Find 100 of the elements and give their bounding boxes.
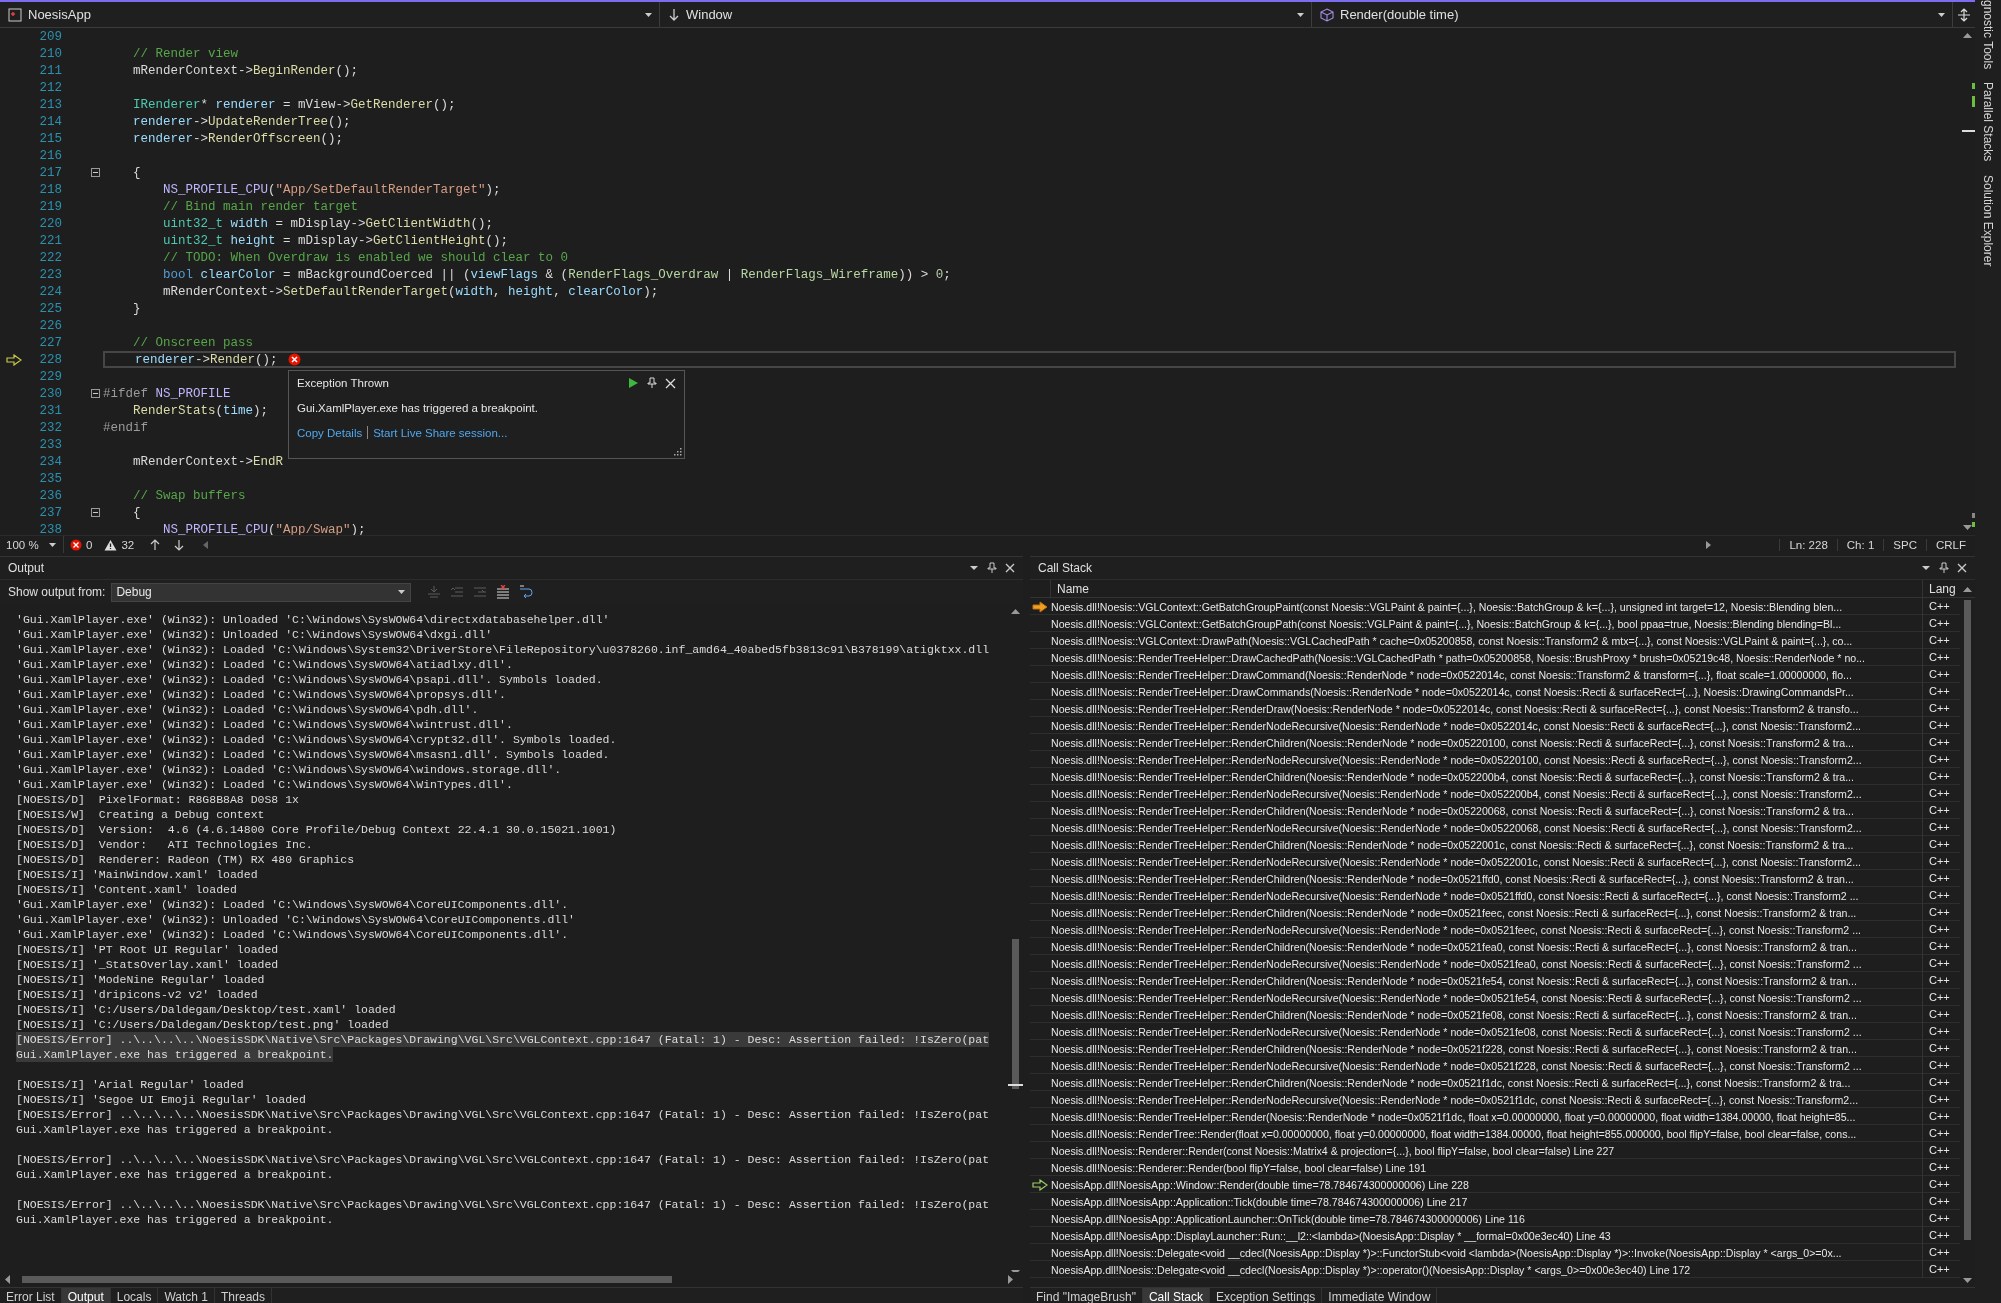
stack-frame-name[interactable]: Noesis.dll!Noesis::RenderTreeHelper::RenderNodeRecursive(Noesis::RenderNode * node=0x05220068, const Noesis::Recti & surfaceRect={...}, const Noesis::Transform2...: [1050, 821, 1862, 834]
line-number: 225: [38, 301, 63, 316]
stack-frame-name[interactable]: Noesis.dll!Noesis::RenderTreeHelper::DrawCachedPath(Noesis::VGLCachedPath * path=0x05200858, Noesis::BrushProxy * brush=0x05219c48, Noesis::RenderNode * no...: [1050, 651, 1865, 664]
stack-frame-name[interactable]: Noesis.dll!Noesis::RenderTreeHelper::RenderNodeRecursive(Noesis::RenderNode * node=0x05220100, const Noesis::Recti & surfaceRect={...}, const Noesis::Transform2...: [1050, 753, 1862, 766]
play-icon[interactable]: [628, 377, 639, 389]
stack-frame-name[interactable]: Noesis.dll!Noesis::VGLContext::GetBatchGroupPaint(const Noesis::VGLPaint & paint={...}, Noesis::BatchGroup & k={...}, unsigned int target=12, Noesis::Blending blen...: [1050, 600, 1843, 613]
line-number: 232: [38, 420, 63, 435]
whitespace-mode[interactable]: SPC: [1883, 538, 1926, 551]
line-number: 222: [38, 250, 63, 265]
line-number: 217: [38, 165, 63, 180]
stack-frame-name[interactable]: Noesis.dll!Noesis::RenderTreeHelper::RenderChildren(Noesis::RenderNode * node=0x0522001c, const Noesis::Recti & surfaceRect={...}, const Noesis::Transform2 & tra...: [1050, 838, 1854, 851]
panel-tab[interactable]: Exception Settings: [1209, 1288, 1323, 1303]
code-line: mRenderContext->BeginRender();: [132, 63, 359, 78]
tool-window-tab[interactable]: gnostic Tools: [1981, 0, 1995, 70]
stack-frame-name[interactable]: Noesis.dll!Noesis::RenderTreeHelper::RenderNodeRecursive(Noesis::RenderNode * node=0x0521ffd0, const Noesis::Recti & surfaceRect={...}, const Noesis::Transform2 ...: [1050, 889, 1859, 902]
stack-frame-name[interactable]: NoesisApp.dll!Noesis::Delegate<void __cdecl(NoesisApp::Display *)>::FunctorStub<void <lambda>(NoesisApp::Display *)>::Invoke(NoesisApp::Display * <args_0>=0x...: [1050, 1246, 1842, 1259]
scroll-up-icon[interactable]: [1960, 584, 1975, 594]
output-line: Gui.XamlPlayer.exe has triggered a breakpoint.: [16, 1122, 334, 1137]
pin-icon[interactable]: [987, 562, 997, 574]
word-wrap-icon[interactable]: [519, 585, 534, 599]
field-label: Show output from:: [8, 585, 106, 599]
stack-frame-name[interactable]: Noesis.dll!Noesis::RenderTreeHelper::RenderChildren(Noesis::RenderNode * node=0x0521feec, const Noesis::Recti & surfaceRect={...}, const Noesis::Transform2 & tran...: [1050, 906, 1857, 919]
panel-tab[interactable]: Locals: [110, 1288, 159, 1303]
stack-frame-name[interactable]: Noesis.dll!Noesis::RenderTreeHelper::RenderNodeRecursive(Noesis::RenderNode * node=0x0522014c, const Noesis::Recti & surfaceRect={...}, const Noesis::Transform2...: [1050, 719, 1862, 732]
stack-frame-name[interactable]: Noesis.dll!Noesis::RenderTreeHelper::RenderChildren(Noesis::RenderNode * node=0x0521fe54, const Noesis::Recti & surfaceRect={...}, const Noesis::Transform2 & tran...: [1050, 974, 1857, 987]
panel-tab[interactable]: Find "ImageBrush": [1030, 1288, 1143, 1303]
stack-frame-name[interactable]: NoesisApp.dll!NoesisApp::Application::Tick(double time=78.784674300000006) Line 217: [1050, 1195, 1468, 1208]
stack-frame-name[interactable]: Noesis.dll!Noesis::RenderTreeHelper::RenderNodeRecursive(Noesis::RenderNode * node=0x0522001c, const Noesis::Recti & surfaceRect={...}, const Noesis::Transform2...: [1050, 855, 1862, 868]
caret-icon[interactable]: [969, 563, 979, 573]
warnings-button[interactable]: 32: [98, 536, 141, 553]
scrollbar[interactable]: [202, 538, 1713, 551]
stack-frame-name[interactable]: Noesis.dll!Noesis::RenderTreeHelper::DrawCommands(Noesis::RenderNode * node=0x0522014c, const Noesis::Recti & surfaceRect={...}, Noesis::DrawingCommandsPr...: [1050, 685, 1854, 698]
stack-frame-name[interactable]: Noesis.dll!Noesis::RenderTreeHelper::RenderNodeRecursive(Noesis::RenderNode * node=0x052200b4, const Noesis::Recti & surfaceRect={...}, const Noesis::Transform2...: [1050, 787, 1862, 800]
live-share-link[interactable]: Start Live Share session...: [373, 426, 508, 439]
stack-frame-name[interactable]: NoesisApp.dll!Noesis::Delegate<void __cdecl(NoesisApp::Display *)>::operator()(NoesisApp::Display * <args_0>=0x00e3ec40) Line 172: [1050, 1263, 1691, 1276]
close-icon[interactable]: [665, 377, 676, 389]
pin-icon[interactable]: [1939, 562, 1949, 574]
source-dropdown[interactable]: Debug: [111, 582, 412, 602]
stack-frame-name[interactable]: Noesis.dll!Noesis::RenderTreeHelper::RenderChildren(Noesis::RenderNode * node=0x0521ffd0, const Noesis::Recti & surfaceRect={...}, const Noesis::Transform2 & tran...: [1050, 872, 1854, 885]
stack-frame-name[interactable]: NoesisApp.dll!NoesisApp::Window::Render(double time=78.784674300000006) Line 228: [1050, 1178, 1469, 1191]
stack-frame-name[interactable]: Noesis.dll!Noesis::RenderTreeHelper::RenderNodeRecursive(Noesis::RenderNode * node=0x0521fe54, const Noesis::Recti & surfaceRect={...}, const Noesis::Transform2 ...: [1050, 991, 1862, 1004]
stack-frame-name[interactable]: Noesis.dll!Noesis::Renderer::Render(bool flipY=false, bool clear=false) Line 191: [1050, 1161, 1427, 1174]
panel-tab[interactable]: Threads: [215, 1288, 272, 1303]
stack-frame-name[interactable]: NoesisApp.dll!NoesisApp::ApplicationLauncher::OnTick(double time=78.784674300000006) Line 116: [1050, 1212, 1525, 1225]
output-line: 'Gui.XamlPlayer.exe' (Win32): Loaded 'C:\Windows\SysWOW64\CoreUIComponents.dll'.: [16, 897, 569, 912]
stack-frame-name[interactable]: Noesis.dll!Noesis::RenderTreeHelper::RenderNodeRecursive(Noesis::RenderNode * node=0x0521fe08, const Noesis::Recti & surfaceRect={...}, const Noesis::Transform2 ...: [1050, 1025, 1862, 1038]
stack-frame-name[interactable]: Noesis.dll!Noesis::RenderTreeHelper::RenderChildren(Noesis::RenderNode * node=0x0521f228, const Noesis::Recti & surfaceRect={...}, const Noesis::Transform2 & tran...: [1050, 1042, 1857, 1055]
stack-frame-name[interactable]: Noesis.dll!Noesis::Renderer::Render(const Noesis::Matrix4 & projection={...}, bool flipY=false, bool clear=false) Line 227: [1050, 1144, 1615, 1157]
stack-frame-name[interactable]: Noesis.dll!Noesis::VGLContext::GetBatchGroupPath(const Noesis::VGLPaint & paint={...}, Noesis::BatchGroup & k={...}, bool ppaa=true, Noesis::Blending blending=Bl...: [1050, 617, 1842, 630]
caret-icon[interactable]: [1921, 563, 1931, 573]
panel-tab[interactable]: Immediate Window: [1322, 1288, 1438, 1303]
clear-all-icon[interactable]: [496, 585, 511, 599]
stack-frame-name[interactable]: Noesis.dll!Noesis::RenderTreeHelper::RenderChildren(Noesis::RenderNode * node=0x0521fea0, const Noesis::Recti & surfaceRect={...}, const Noesis::Transform2 & tran...: [1050, 940, 1857, 953]
cursor-column[interactable]: Ch: 1: [1836, 538, 1884, 551]
panel-tab[interactable]: Error List: [0, 1288, 62, 1303]
errors-button[interactable]: 0: [64, 536, 99, 553]
line-number: 228: [38, 352, 63, 367]
stack-frame-name[interactable]: Noesis.dll!Noesis::RenderTreeHelper::RenderNodeRecursive(Noesis::RenderNode * node=0x0521fea0, const Noesis::Recti & surfaceRect={...}, const Noesis::Transform2 ...: [1050, 957, 1862, 970]
panel-tab[interactable]: Watch 1: [158, 1288, 215, 1303]
copy-details-link[interactable]: Copy Details: [297, 426, 363, 439]
code-line: NS_PROFILE_CPU("App/SetDefaultRenderTarget");: [162, 182, 501, 197]
output-line: 'Gui.XamlPlayer.exe' (Win32): Unloaded 'C:\Windows\SysWOW64\dxgi.dll': [16, 627, 493, 642]
collapse-icon[interactable]: [91, 168, 100, 177]
stack-frame-name[interactable]: Noesis.dll!Noesis::RenderTreeHelper::RenderNodeRecursive(Noesis::RenderNode * node=0x0521f228, const Noesis::Recti & surfaceRect={...}, const Noesis::Transform2 ...: [1050, 1059, 1862, 1072]
collapse-icon[interactable]: [91, 389, 100, 398]
stack-frame-name[interactable]: Noesis.dll!Noesis::RenderTreeHelper::RenderChildren(Noesis::RenderNode * node=0x0521fe08, const Noesis::Recti & surfaceRect={...}, const Noesis::Transform2 & tran...: [1050, 1008, 1857, 1021]
cursor-line[interactable]: Ln: 228: [1779, 538, 1837, 551]
close-icon[interactable]: [1957, 563, 1967, 573]
stack-frame-name[interactable]: Noesis.dll!Noesis::RenderTreeHelper::RenderNodeRecursive(Noesis::RenderNode * node=0x0521feec, const Noesis::Recti & surfaceRect={...}, const Noesis::Transform2 ...: [1050, 923, 1862, 936]
stack-frame-name[interactable]: Noesis.dll!Noesis::RenderTreeHelper::Render(Noesis::RenderNode * node=0x0521f1dc, float x=0.00000000, float y=0.00000000, float width=1384.00000, float height=85...: [1050, 1110, 1856, 1123]
stack-frame-name[interactable]: Noesis.dll!Noesis::RenderTreeHelper::DrawCommand(Noesis::RenderNode * node=0x0522014c, const Noesis::Transform2 & transform={...}, float scale=1.00000000, flo...: [1050, 668, 1852, 681]
output-line: 'Gui.XamlPlayer.exe' (Win32): Loaded 'C:\Windows\SysWOW64\WinTypes.dll'.: [16, 777, 513, 792]
cube-icon: [1320, 7, 1334, 22]
error-icon[interactable]: [287, 353, 301, 366]
tool-window-tab[interactable]: Solution Explorer: [1981, 174, 1995, 266]
down-arrow-icon[interactable]: [174, 538, 185, 551]
line-number: 221: [38, 233, 63, 248]
line-number: 237: [38, 505, 63, 520]
stack-frame-name[interactable]: Noesis.dll!Noesis::RenderTreeHelper::RenderChildren(Noesis::RenderNode * node=0x05220100, const Noesis::Recti & surfaceRect={...}, const Noesis::Transform2 & tra...: [1050, 736, 1854, 749]
stack-frame-name[interactable]: Noesis.dll!Noesis::RenderTreeHelper::RenderChildren(Noesis::RenderNode * node=0x052200b4, const Noesis::Recti & surfaceRect={...}, const Noesis::Transform2 & tra...: [1050, 770, 1854, 783]
stack-frame-name[interactable]: Noesis.dll!Noesis::RenderTreeHelper::RenderDraw(Noesis::RenderNode * node=0x0522014c, const Noesis::Recti & surfaceRect={...}, const Noesis::Transform2 & transfo...: [1050, 702, 1859, 715]
pin-icon[interactable]: [647, 377, 657, 389]
panel-tab[interactable]: Output: [61, 1288, 111, 1303]
tool-window-tab[interactable]: Parallel Stacks: [1981, 82, 1995, 162]
panel-tab[interactable]: Call Stack: [1142, 1288, 1210, 1303]
stack-frame-name[interactable]: Noesis.dll!Noesis::VGLContext::DrawPath(Noesis::VGLCachedPath * cache=0x05200858, const Noesis::Transform2 & mtx={...}, const Noesis::VGLPaint & paint={...}, co...: [1050, 634, 1853, 647]
stack-frame-name[interactable]: Noesis.dll!Noesis::RenderTreeHelper::RenderChildren(Noesis::RenderNode * node=0x05220068, const Noesis::Recti & surfaceRect={...}, const Noesis::Transform2 & tra...: [1050, 804, 1854, 817]
output-line: 'Gui.XamlPlayer.exe' (Win32): Loaded 'C:\Windows\SysWOW64\propsys.dll'.: [16, 687, 506, 702]
stack-frame-name[interactable]: Noesis.dll!Noesis::RenderTreeHelper::RenderChildren(Noesis::RenderNode * node=0x0521f1dc, const Noesis::Recti & surfaceRect={...}, const Noesis::Transform2 & tra...: [1050, 1076, 1851, 1089]
line-number: 238: [38, 522, 63, 535]
output-line: Gui.XamlPlayer.exe has triggered a breakpoint.: [16, 1167, 334, 1182]
stack-frame-name[interactable]: Noesis.dll!Noesis::RenderTreeHelper::RenderNodeRecursive(Noesis::RenderNode * node=0x0521f1dc, const Noesis::Recti & surfaceRect={...}, const Noesis::Transform2...: [1050, 1093, 1859, 1106]
split-icon[interactable]: [1957, 7, 1971, 22]
up-arrow-icon[interactable]: [150, 538, 161, 551]
resize-grip-icon[interactable]: [673, 447, 682, 456]
collapse-icon[interactable]: [91, 508, 100, 517]
zoom-dropdown[interactable]: 100 %: [0, 536, 64, 553]
stack-frame-name[interactable]: Noesis.dll!Noesis::RenderTree::Render(float x=0.00000000, float y=0.00000000, float width=1384.00000, float height=855.000000, bool flipY=false, bool clear=false, cons...: [1050, 1127, 1857, 1140]
close-icon[interactable]: [1005, 563, 1015, 573]
stack-frame-name[interactable]: NoesisApp.dll!NoesisApp::DisplayLauncher::Run::__l2::<lambda>(NoesisApp::Display * __formal=0x00e3ec40) Line 43: [1050, 1229, 1611, 1242]
